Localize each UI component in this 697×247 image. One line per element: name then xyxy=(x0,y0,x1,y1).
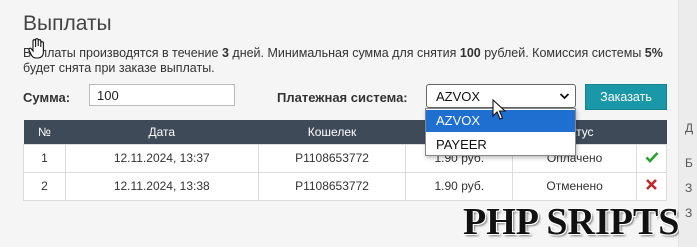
row-amount: 1.90 руб. xyxy=(405,171,514,201)
sidebar-letter: З xyxy=(685,206,693,220)
row-wallet: P1108653772 xyxy=(257,143,407,173)
info-days: 3 xyxy=(221,46,229,60)
page-title: Выплаты xyxy=(23,12,112,35)
header-icon xyxy=(637,120,667,144)
info-part4: будет снята при заказе выплаты. xyxy=(23,61,215,75)
chevron-down-icon xyxy=(559,93,570,100)
mouse-pointer-icon xyxy=(492,99,507,120)
sum-input[interactable] xyxy=(89,84,235,106)
row-wallet: P1108653772 xyxy=(257,171,407,201)
sidebar-letter: З xyxy=(685,181,693,195)
watermark-text: PHP SRIPTS xyxy=(463,201,680,243)
order-button[interactable]: Заказать xyxy=(585,84,667,110)
info-part2: дней. Минимальная сумма для снятия xyxy=(228,46,460,60)
row-status: Отменено xyxy=(512,171,638,201)
info-part3: рублей. Комиссия системы xyxy=(480,46,645,60)
sidebar-fragment: Д Б З З xyxy=(679,0,697,247)
row-num: 1 xyxy=(23,143,66,173)
sidebar-letter: Д xyxy=(685,121,694,135)
row-date: 12.11.2024, 13:38 xyxy=(64,171,259,201)
payment-system-label: Платежная система: xyxy=(277,90,408,105)
row-num: 2 xyxy=(23,171,66,201)
header-date: Дата xyxy=(148,124,176,139)
payouts-panel: Выплаты Выплаты производятся в течение 3… xyxy=(0,0,679,247)
hand-cursor-icon xyxy=(28,38,44,59)
header-num: № xyxy=(38,124,51,139)
cross-icon xyxy=(646,179,657,190)
option-payeer[interactable]: PAYEER xyxy=(426,134,575,156)
sidebar-letter: Б xyxy=(685,156,693,170)
row-status-icon-cell xyxy=(636,171,667,201)
sum-label: Сумма: xyxy=(23,90,71,105)
info-part1: Выплаты производятся в течение xyxy=(23,46,222,60)
header-wallet: Кошелек xyxy=(307,124,357,139)
payout-info-text: Выплаты производятся в течение 3 дней. М… xyxy=(23,46,663,76)
payment-system-value: AZVOX xyxy=(436,89,481,104)
row-status-icon-cell xyxy=(636,143,667,173)
row-date: 12.11.2024, 13:37 xyxy=(64,143,259,173)
info-fee: 5% xyxy=(644,46,663,60)
table-row: 2 12.11.2024, 13:38 P1108653772 1.90 руб… xyxy=(23,171,667,201)
check-icon xyxy=(645,151,658,163)
info-min: 100 xyxy=(459,46,481,60)
